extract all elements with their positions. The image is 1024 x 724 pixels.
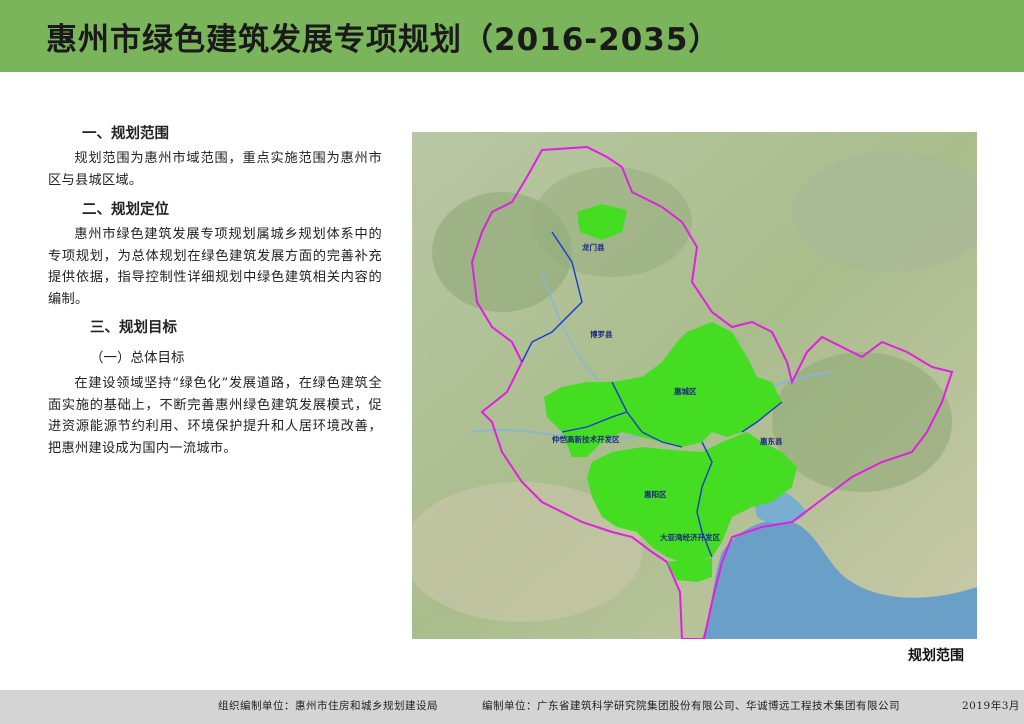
position-heading: 二、规划定位 — [82, 202, 169, 218]
position-paragraph: 惠州市绿色建筑发展专项规划属城乡规划体系中的专项规划，为总体规划在绿色建筑发展方… — [48, 227, 382, 307]
goal-paragraph: 在建设领域坚持“绿色化”发展道路，在绿色建筑全面实施的基础上，不断完善惠州绿色建… — [48, 376, 382, 456]
label-huicheng: 惠城区 — [674, 386, 697, 396]
scope-paragraph: 规划范围为惠州市域范围，重点实施范围为惠州市区与县城区域。 — [48, 151, 382, 188]
label-zhongkai: 仲恺高新技术开发区 — [552, 434, 620, 444]
map-caption: 规划范围 — [908, 648, 964, 664]
label-huidong: 惠东县 — [760, 436, 783, 446]
planning-map: 龙门县 博罗县 惠城区 仲恺高新技术开发区 惠阳区 惠东县 大亚湾经济开发区 — [412, 132, 977, 639]
label-dayawan: 大亚湾经济开发区 — [660, 532, 720, 542]
scope-heading: 一、规划范围 — [82, 126, 169, 142]
goal-heading: 三、规划目标 — [90, 320, 177, 336]
footer-bar: 组织编制单位：惠州市住房和城乡规划建设局 编制单位：广东省建筑科学研究院集团股份… — [0, 690, 1024, 724]
label-longmen: 龙门县 — [582, 242, 605, 252]
map-graphic: 龙门县 博罗县 惠城区 仲恺高新技术开发区 惠阳区 惠东县 大亚湾经济开发区 — [412, 132, 977, 639]
page-title: 惠州市绿色建筑发展专项规划（2016-2035） — [46, 22, 721, 58]
label-huiyang: 惠阳区 — [644, 489, 667, 499]
header-bar: 惠州市绿色建筑发展专项规划（2016-2035） — [0, 0, 1024, 72]
goal-subheading: （一）总体目标 — [90, 350, 185, 366]
footer-organizer: 组织编制单位：惠州市住房和城乡规划建设局 — [218, 700, 438, 712]
footer-compiler: 编制单位：广东省建筑科学研究院集团股份有限公司、华诚博远工程技术集团有限公司 — [482, 700, 900, 712]
label-boluo: 博罗县 — [590, 329, 613, 339]
footer-date: 2019年3月 — [962, 700, 1020, 712]
